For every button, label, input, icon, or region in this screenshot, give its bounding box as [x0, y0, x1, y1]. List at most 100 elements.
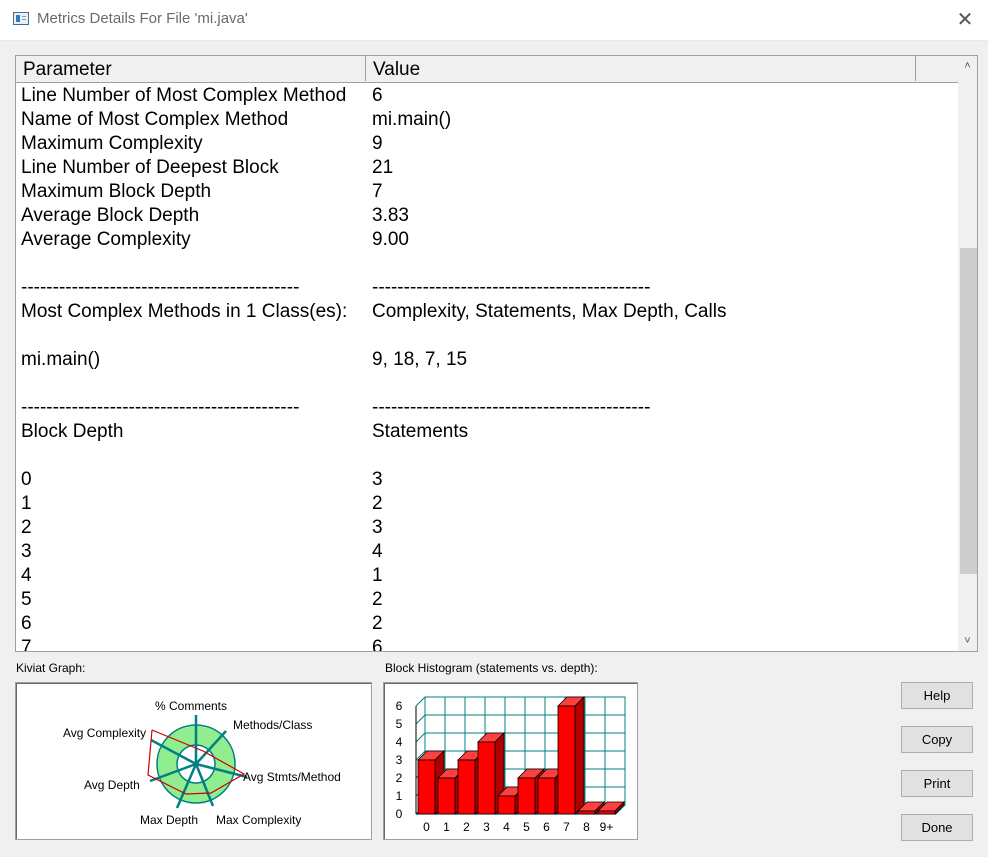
histogram-gridline	[415, 696, 426, 707]
histogram-bar	[417, 759, 436, 815]
kiviat-axis-label: Avg Stmts/Method	[243, 770, 341, 784]
value-cell: Complexity, Statements, Max Depth, Calls	[372, 301, 727, 322]
table-row[interactable]: 03	[16, 468, 959, 492]
parameter-cell: 3	[21, 541, 32, 562]
scroll-down-arrow-icon[interactable]: ˅	[958, 631, 977, 651]
print-button[interactable]: Print	[901, 770, 973, 797]
value-cell: 2	[372, 613, 383, 634]
histogram-bar	[537, 777, 556, 815]
histogram-gridline	[415, 732, 426, 743]
vertical-scrollbar[interactable]: ˄ ˅	[958, 56, 977, 651]
table-row[interactable]: Line Number of Deepest Block 21	[16, 156, 959, 180]
value-cell: Statements	[372, 421, 469, 442]
value-cell: 9, 18, 7, 15	[372, 349, 468, 370]
window-title: Metrics Details For File 'mi.java'	[37, 10, 248, 27]
table-row[interactable]: ----------------------------------------…	[16, 396, 959, 420]
histogram-y-tick-label: 5	[396, 717, 403, 731]
histogram-y-tick-label: 0	[396, 807, 403, 821]
table-row[interactable]: 34	[16, 540, 959, 564]
value-cell: 7	[372, 181, 383, 202]
table-row[interactable]: Average Complexity 9.00	[16, 228, 959, 252]
histogram-x-tick-label: 3	[483, 820, 490, 834]
parameter-cell: Line Number of Most Complex Method	[21, 85, 347, 106]
value-cell: mi.main()	[372, 109, 452, 130]
table-row[interactable]: Name of Most Complex Method mi.main()	[16, 108, 959, 132]
histogram-bar	[517, 777, 536, 815]
kiviat-axis-label: Max Complexity	[216, 813, 301, 827]
value-cell: 6	[372, 637, 383, 652]
list-header: Parameter Value	[16, 56, 959, 83]
table-row[interactable]: Average Block Depth 3.83	[16, 204, 959, 228]
histogram-bar	[597, 810, 616, 815]
table-row[interactable]: 12	[16, 492, 959, 516]
kiviat-axis-label: Methods/Class	[233, 718, 312, 732]
parameter-cell: 4	[21, 565, 32, 586]
metrics-list[interactable]: Parameter Value Line Number of Most Comp…	[15, 55, 978, 652]
value-cell: 3.83	[372, 205, 409, 226]
parameter-cell: 6	[21, 613, 32, 634]
histogram-x-tick-label: 1	[443, 820, 450, 834]
scrollbar-thumb[interactable]	[960, 248, 977, 574]
kiviat-graph-panel: % Comments Methods/Class Avg Stmts/Metho…	[15, 682, 372, 840]
histogram-bar	[497, 795, 516, 815]
parameter-cell: 0	[21, 469, 32, 490]
column-header-value[interactable]: Value	[366, 56, 916, 81]
table-row[interactable]: Maximum Block Depth 7	[16, 180, 959, 204]
table-row[interactable]: ----------------------------------------…	[16, 276, 959, 300]
histogram-bar-side	[574, 696, 585, 815]
value-cell: 4	[372, 541, 383, 562]
table-row[interactable]: Most Complex Methods in 1 Class(es): Comp…	[16, 300, 959, 324]
value-cell: 2	[372, 493, 383, 514]
table-row[interactable]: Line Number of Most Complex Method 6	[16, 84, 959, 108]
parameter-cell: Maximum Block Depth	[21, 181, 212, 202]
column-header-parameter[interactable]: Parameter	[16, 56, 366, 81]
histogram-x-tick-label: 8	[583, 820, 590, 834]
table-row[interactable]: 62	[16, 612, 959, 636]
done-button[interactable]: Done	[901, 814, 973, 841]
histogram-y-tick-label: 4	[396, 735, 403, 749]
parameter-cell: 1	[21, 493, 32, 514]
table-row[interactable]: 23	[16, 516, 959, 540]
table-row[interactable]: 52	[16, 588, 959, 612]
parameter-cell: 7	[21, 637, 32, 652]
histogram-x-tick-label: 2	[463, 820, 470, 834]
histogram-panel: 0 1 2 3 4 5 6 0 1 2 3 4 5 6 7 8 9+	[383, 682, 638, 840]
parameter-cell: Most Complex Methods in 1 Class(es):	[21, 301, 348, 322]
value-cell: ----------------------------------------…	[372, 397, 651, 418]
help-button[interactable]: Help	[901, 682, 973, 709]
histogram-y-tick-label: 2	[396, 771, 403, 785]
scroll-up-arrow-icon[interactable]: ˄	[958, 56, 977, 76]
histogram-bar	[437, 777, 456, 815]
copy-button[interactable]: Copy	[901, 726, 973, 753]
histogram-bar	[477, 741, 496, 815]
table-row[interactable]: 76	[16, 636, 959, 652]
table-row[interactable]	[16, 372, 959, 396]
histogram-gridline	[415, 714, 426, 725]
value-cell: 9	[372, 133, 383, 154]
table-row[interactable]: Maximum Complexity 9	[16, 132, 959, 156]
list-rows: Line Number of Most Complex Method 6 Name …	[16, 84, 959, 652]
parameter-cell: ----------------------------------------…	[21, 277, 300, 298]
parameter-cell: Maximum Complexity	[21, 133, 203, 154]
kiviat-graph: % Comments Methods/Class Avg Stmts/Metho…	[63, 699, 341, 827]
table-row[interactable]	[16, 324, 959, 348]
value-cell: ----------------------------------------…	[372, 277, 651, 298]
title-bar: Metrics Details For File 'mi.java' ✕	[0, 0, 988, 41]
histogram-y-tick-label: 3	[396, 753, 403, 767]
close-button[interactable]: ✕	[942, 0, 988, 40]
value-cell: 9.00	[372, 229, 409, 250]
histogram-bar	[577, 810, 596, 815]
table-row[interactable]: 41	[16, 564, 959, 588]
table-row[interactable]	[16, 252, 959, 276]
value-cell: 1	[372, 565, 383, 586]
histogram-x-tick-label: 6	[543, 820, 550, 834]
table-row[interactable]: Block Depth Statements	[16, 420, 959, 444]
value-cell: 21	[372, 157, 394, 178]
histogram-y-tick-label: 1	[396, 789, 403, 803]
table-row[interactable]: mi.main() 9, 18, 7, 15	[16, 348, 959, 372]
histogram-x-tick-label: 9+	[600, 820, 614, 834]
table-row[interactable]	[16, 444, 959, 468]
block-histogram-chart: 01234560 1 2 3 4 5 6 7 8 9+	[396, 696, 626, 834]
histogram-x-tick-label: 0	[423, 820, 430, 834]
parameter-cell: 2	[21, 517, 32, 538]
